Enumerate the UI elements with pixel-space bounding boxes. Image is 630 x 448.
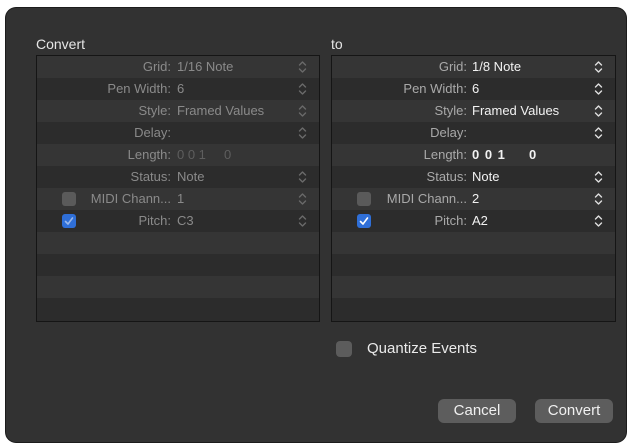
empty-row: [332, 276, 615, 298]
up-down-chevron-icon: [298, 193, 307, 205]
pen-width-row: Pen Width: 6: [37, 78, 319, 100]
pitch-label: Pitch:: [434, 213, 467, 228]
convert-from-panel: Grid: 1/16 Note Pen Width: 6 Style: Fram…: [36, 55, 320, 322]
delay-row[interactable]: Delay:: [332, 122, 615, 144]
up-down-chevron-icon[interactable]: [594, 104, 603, 118]
delay-label: Delay:: [134, 125, 171, 140]
pitch-checkbox: [62, 214, 76, 228]
midi-channel-label: MIDI Chann...: [90, 191, 171, 206]
pen-width-label: Pen Width:: [403, 81, 467, 96]
length-row[interactable]: Length: 0 0 1 0: [332, 144, 615, 166]
up-down-chevron-icon[interactable]: [594, 214, 603, 228]
empty-row: [37, 298, 319, 320]
pen-width-row[interactable]: Pen Width: 6: [332, 78, 615, 100]
grid-value[interactable]: 1/8 Note: [472, 56, 521, 78]
quantize-events-label[interactable]: Quantize Events: [367, 340, 477, 357]
midi-channel-checkbox[interactable]: [357, 192, 371, 206]
pitch-value[interactable]: A2: [472, 210, 488, 232]
length-row: Length: 0 0 1 0: [37, 144, 319, 166]
midi-channel-row: MIDI Chann... 1: [37, 188, 319, 210]
length-label: Length:: [127, 147, 171, 162]
style-value: Framed Values: [177, 103, 265, 118]
up-down-chevron-icon: [298, 61, 307, 73]
grid-row[interactable]: Grid: 1/8 Note: [332, 56, 615, 78]
status-value: Note: [177, 169, 205, 184]
status-row[interactable]: Status: Note: [332, 166, 615, 188]
length-value[interactable]: 0 0 1 0: [472, 144, 537, 166]
pen-width-value[interactable]: 6: [472, 78, 479, 100]
convert-section-title: Convert: [36, 36, 86, 52]
grid-label: Grid:: [438, 59, 467, 74]
midi-channel-label: MIDI Chann...: [386, 191, 467, 206]
length-value: 0 0 1 0: [177, 147, 232, 162]
empty-row: [37, 276, 319, 298]
style-row[interactable]: Style: Framed Values: [332, 100, 615, 122]
up-down-chevron-icon: [298, 127, 307, 139]
style-value[interactable]: Framed Values: [472, 100, 559, 122]
pen-width-value: 6: [177, 81, 185, 96]
grid-label: Grid:: [142, 59, 171, 74]
up-down-chevron-icon[interactable]: [594, 192, 603, 206]
checkmark-icon: [64, 217, 74, 225]
convert-dialog: Convert to Grid: 1/16 Note Pen Width: 6 …: [6, 8, 626, 442]
empty-row: [37, 254, 319, 276]
cancel-button[interactable]: Cancel: [438, 399, 516, 423]
empty-row: [37, 232, 319, 254]
status-label: Status:: [426, 169, 467, 184]
status-row: Status: Note: [37, 166, 319, 188]
convert-button[interactable]: Convert: [535, 399, 613, 423]
delay-row: Delay:: [37, 122, 319, 144]
status-label: Status:: [130, 169, 171, 184]
empty-row: [332, 254, 615, 276]
pitch-checkbox[interactable]: [357, 214, 371, 228]
up-down-chevron-icon[interactable]: [594, 126, 603, 140]
midi-channel-row[interactable]: MIDI Chann... 2: [332, 188, 615, 210]
empty-row: [332, 232, 615, 254]
style-row: Style: Framed Values: [37, 100, 319, 122]
checkmark-icon: [359, 217, 369, 225]
up-down-chevron-icon: [298, 105, 307, 117]
delay-label: Delay:: [430, 125, 467, 140]
style-label: Style:: [138, 103, 171, 118]
status-value[interactable]: Note: [472, 166, 499, 188]
to-section-title: to: [331, 36, 343, 52]
pitch-row: Pitch: C3: [37, 210, 319, 232]
grid-row: Grid: 1/16 Note: [37, 56, 319, 78]
convert-to-panel: Grid: 1/8 Note Pen Width: 6 Style: Frame…: [331, 55, 616, 322]
length-label: Length:: [423, 147, 467, 162]
up-down-chevron-icon: [298, 83, 307, 95]
midi-channel-checkbox: [62, 192, 76, 206]
up-down-chevron-icon: [298, 215, 307, 227]
midi-channel-value: 1: [177, 191, 185, 206]
up-down-chevron-icon[interactable]: [594, 82, 603, 96]
midi-channel-value[interactable]: 2: [472, 188, 479, 210]
pitch-value: C3: [177, 213, 194, 228]
up-down-chevron-icon[interactable]: [594, 170, 603, 184]
grid-value: 1/16 Note: [177, 59, 234, 74]
style-label: Style:: [434, 103, 467, 118]
pitch-row[interactable]: Pitch: A2: [332, 210, 615, 232]
empty-row: [332, 298, 615, 320]
pitch-label: Pitch:: [138, 213, 171, 228]
up-down-chevron-icon[interactable]: [594, 60, 603, 74]
pen-width-label: Pen Width:: [107, 81, 171, 96]
up-down-chevron-icon: [298, 171, 307, 183]
quantize-events-checkbox[interactable]: [336, 341, 352, 357]
